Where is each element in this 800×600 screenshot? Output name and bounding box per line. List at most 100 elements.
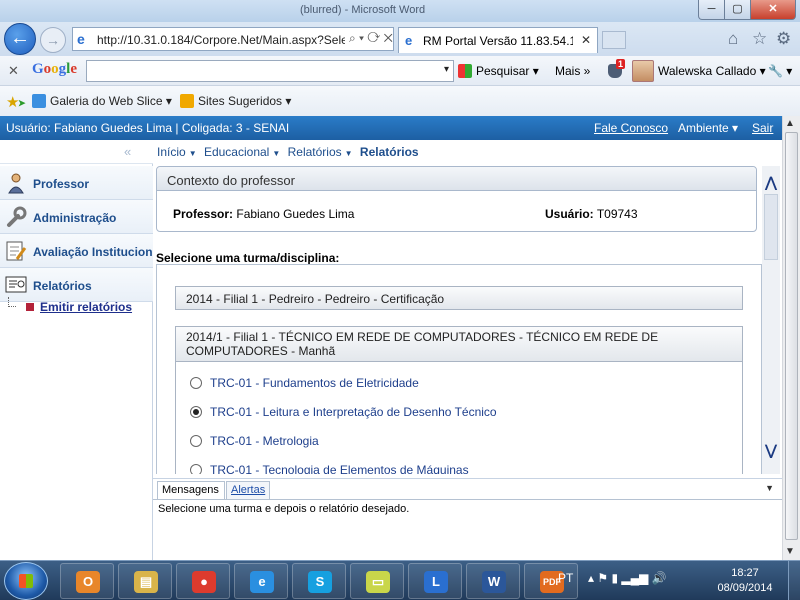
clock[interactable]: 18:27 08/09/2014 xyxy=(712,566,778,596)
notification-badge: 1 xyxy=(616,59,626,69)
turma-item-tecnico-redes[interactable]: 2014/1 - Filial 1 - TÉCNICO EM REDE DE C… xyxy=(175,326,743,362)
sidebar-item-administracao[interactable]: Administração xyxy=(0,200,153,234)
start-button[interactable] xyxy=(4,562,48,600)
language-indicator[interactable]: PT xyxy=(558,571,573,585)
search-dropdown-icon[interactable]: ▾ xyxy=(444,64,449,75)
close-window-button[interactable]: ✕ xyxy=(750,0,796,20)
turma-item-pedreiro[interactable]: 2014 - Filial 1 - Pedreiro - Pedreiro - … xyxy=(175,286,743,310)
breadcrumb: Início ▼ Educacional ▼ Relatórios ▼ Relatór… xyxy=(157,145,419,159)
tab-title: RM Portal Versão 11.83.54.1... xyxy=(423,34,573,48)
messages-pane: Mensagens Alertas ▼ Selecione uma turma … xyxy=(153,478,782,560)
sair-link[interactable]: Sair xyxy=(752,121,773,135)
galeria-web-slice-link[interactable]: Galeria do Web Slice ▾ xyxy=(32,94,172,108)
taskbar-chrome-button[interactable]: ● xyxy=(176,563,230,599)
internet-explorer-icon: e xyxy=(250,571,274,593)
bing-icon xyxy=(180,94,194,108)
messages-dropdown-icon[interactable]: ▼ xyxy=(765,483,774,493)
home-icon[interactable]: ⌂ xyxy=(728,29,738,49)
explorer-icon: ▤ xyxy=(134,571,158,593)
browser-scrollbar[interactable]: ▲ ▼ xyxy=(782,116,800,560)
sidebar-item-professor[interactable]: Professor xyxy=(0,166,153,200)
scroll-thumb[interactable] xyxy=(764,194,778,260)
scroll-down-icon[interactable]: ⋁ xyxy=(762,442,780,462)
taskbar-explorer-button[interactable]: ▤ xyxy=(118,563,172,599)
disciplina-item[interactable]: TRC-01 - Tecnologia de Elementos de Máqu… xyxy=(190,463,469,474)
system-tray-icons[interactable]: ▴ ⚑ ▮ ▂▄▆ 🔊 xyxy=(588,571,667,585)
messages-divider xyxy=(153,499,782,500)
taskbar-skype-button[interactable]: S xyxy=(292,563,346,599)
wrench-icon[interactable]: 🔧 ▾ xyxy=(768,64,792,78)
context-box: Contexto do professor Professor: Fabiano… xyxy=(156,166,757,232)
wrench-admin-icon xyxy=(7,206,27,227)
disciplina-item[interactable]: TRC-01 - Leitura e Interpretação de Dese… xyxy=(190,405,497,419)
tab-close-icon[interactable]: ✕ xyxy=(581,33,591,47)
favorites-star-icon[interactable]: ☆ xyxy=(752,29,767,49)
tab-mensagens[interactable]: Mensagens xyxy=(157,481,225,499)
clock-time: 18:27 xyxy=(731,567,759,579)
tree-connector xyxy=(8,297,16,307)
disciplina-radio[interactable] xyxy=(190,377,202,389)
toolbar-close-icon[interactable]: ✕ xyxy=(8,63,19,79)
settings-gear-icon[interactable]: ⚙ xyxy=(776,29,791,49)
scroll-up-icon[interactable]: ⋀ xyxy=(762,174,780,194)
user-avatar xyxy=(632,60,654,82)
word-icon: W xyxy=(482,571,506,593)
taskbar-outlook-button[interactable]: O xyxy=(60,563,114,599)
sidebar-item-relatorios[interactable]: Relatórios xyxy=(0,268,153,302)
chrome-icon: ● xyxy=(192,571,216,593)
browser-scroll-thumb[interactable] xyxy=(785,132,798,540)
address-url[interactable]: http://10.31.0.184/Corpore.Net/Main.aspx… xyxy=(97,33,345,47)
emitir-relatorios-link[interactable]: Emitir relatórios xyxy=(40,300,132,314)
collapse-sidebar-icon[interactable]: « xyxy=(124,144,131,159)
mais-button[interactable]: Mais » xyxy=(555,64,590,78)
report-bullet-icon xyxy=(26,303,34,311)
window-title: (blurred) - Microsoft Word xyxy=(300,4,426,16)
disciplina-item[interactable]: TRC-01 - Metrologia xyxy=(190,434,319,448)
maximize-button[interactable]: ▢ xyxy=(724,0,751,20)
taskbar-lync-button[interactable]: L xyxy=(408,563,462,599)
tab-alertas[interactable]: Alertas xyxy=(226,481,270,499)
browser-tab-rm-portal[interactable]: e RM Portal Versão 11.83.54.1... ✕ xyxy=(398,27,598,53)
evaluation-document-icon xyxy=(6,241,27,261)
address-tools-icons[interactable]: ⌕ ▾ ⟳ ✕ xyxy=(349,31,393,46)
sidebar-collapse-bar: « xyxy=(0,140,153,164)
taskbar-internet-explorer-button[interactable]: e xyxy=(234,563,288,599)
google-search-input[interactable]: ▾ xyxy=(86,60,454,82)
browser-scroll-up-icon[interactable]: ▲ xyxy=(785,118,795,129)
sticky-notes-icon: ▭ xyxy=(366,571,390,593)
user-menu[interactable]: Walewska Callado ▾ xyxy=(658,64,766,78)
sidebar: « Professor Administração Avaliação Inst… xyxy=(0,140,153,560)
main-content: Início ▼ Educacional ▼ Relatórios ▼ Relatór… xyxy=(153,140,762,474)
sidebar-item-avaliacao[interactable]: Avaliação Institucional xyxy=(0,234,153,268)
ambiente-menu[interactable]: Ambiente ▾ xyxy=(678,121,738,135)
show-desktop-button[interactable] xyxy=(788,561,800,600)
new-tab-button[interactable] xyxy=(602,31,626,49)
skype-icon: S xyxy=(308,571,332,593)
browser-scroll-down-icon[interactable]: ▼ xyxy=(785,546,795,557)
disciplina-radio[interactable] xyxy=(190,435,202,447)
breadcrumb-inicio[interactable]: Início xyxy=(157,145,186,159)
fale-conosco-link[interactable]: Fale Conosco xyxy=(594,121,668,135)
minimize-button[interactable]: ─ xyxy=(698,0,725,20)
app-header: Usuário: Fabiano Guedes Lima | Coligada:… xyxy=(0,116,800,140)
breadcrumb-current: Relatórios xyxy=(359,145,419,159)
content-scrollbar[interactable]: ⋀ ⋁ xyxy=(762,166,780,474)
tab-favicon-icon: e xyxy=(405,33,413,48)
forward-button[interactable]: → xyxy=(40,27,66,53)
breadcrumb-educacional[interactable]: Educacional xyxy=(204,145,269,159)
disciplina-radio[interactable] xyxy=(190,464,202,474)
taskbar-sticky-notes-button[interactable]: ▭ xyxy=(350,563,404,599)
disciplina-radio-selected[interactable] xyxy=(190,406,202,418)
sites-sugeridos-link[interactable]: Sites Sugeridos ▾ xyxy=(180,94,291,108)
taskbar-word-button[interactable]: W xyxy=(466,563,520,599)
add-favorite-arrow-icon[interactable]: ➤ xyxy=(18,98,26,109)
browser-nav-bar: ← → e http://10.31.0.184/Corpore.Net/Mai… xyxy=(0,22,800,56)
breadcrumb-relatorios[interactable]: Relatórios xyxy=(288,145,342,159)
professor-icon xyxy=(8,173,24,194)
address-bar[interactable]: e http://10.31.0.184/Corpore.Net/Main.as… xyxy=(72,27,394,51)
ie-page-icon: e xyxy=(77,31,85,47)
disciplina-item[interactable]: TRC-01 - Fundamentos de Eletricidade xyxy=(190,376,419,390)
windows-taskbar: O ▤ ● e S ▭ L W PDF PT ▴ ⚑ ▮ ▂▄▆ 🔊 18:27 08/09/2… xyxy=(0,560,800,600)
pesquisar-button[interactable]: Pesquisar ▾ xyxy=(458,64,539,78)
back-button[interactable]: ← xyxy=(4,23,36,55)
